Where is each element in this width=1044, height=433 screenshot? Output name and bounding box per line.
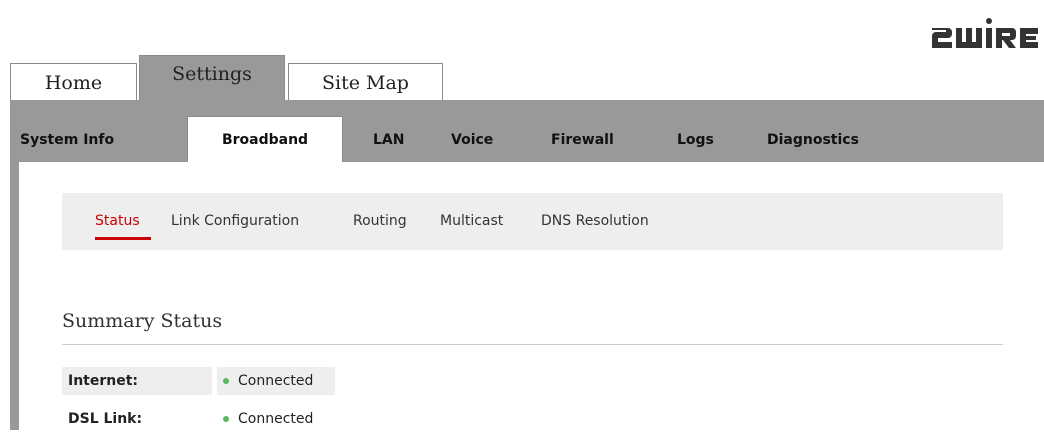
subtab-logs[interactable]: Logs: [677, 118, 714, 162]
dsl-link-label: DSL Link:: [68, 411, 143, 427]
internet-label: Internet:: [62, 367, 212, 395]
top-navigation: Home Settings Site Map: [10, 55, 1044, 101]
summary-status-heading: Summary Status: [62, 310, 223, 332]
nav-routing[interactable]: Routing: [353, 213, 407, 229]
nav-link-configuration[interactable]: Link Configuration: [171, 213, 299, 229]
tab-settings[interactable]: Settings: [139, 55, 285, 101]
status-dot-icon: [223, 378, 229, 384]
dsl-link-status-text: Connected: [238, 411, 314, 427]
subtab-system-info[interactable]: System Info: [20, 118, 114, 162]
subtab-firewall[interactable]: Firewall: [551, 118, 614, 162]
broadband-section-nav: Status Link Configuration Routing Multic…: [62, 193, 1003, 250]
divider: [62, 344, 1003, 345]
status-dot-icon: [223, 416, 229, 422]
subtab-diagnostics[interactable]: Diagnostics: [767, 118, 859, 162]
internet-status-text: Connected: [238, 373, 314, 389]
nav-status[interactable]: Status: [95, 213, 140, 229]
internet-status: Connected: [217, 367, 335, 395]
subtab-voice[interactable]: Voice: [451, 118, 493, 162]
active-nav-underline: [95, 237, 151, 240]
subtab-broadband[interactable]: Broadband: [187, 116, 343, 162]
settings-subtabs: System Info Broadband LAN Voice Firewall…: [10, 116, 1044, 162]
dsl-link-status: Connected: [217, 405, 335, 433]
tab-home[interactable]: Home: [10, 63, 137, 101]
nav-dns-resolution[interactable]: DNS Resolution: [541, 213, 649, 229]
tab-site-map[interactable]: Site Map: [288, 63, 443, 101]
2wire-logo: [932, 18, 1038, 48]
nav-multicast[interactable]: Multicast: [440, 213, 503, 229]
broadband-content: Status Link Configuration Routing Multic…: [19, 162, 1044, 430]
subtab-lan[interactable]: LAN: [373, 118, 404, 162]
